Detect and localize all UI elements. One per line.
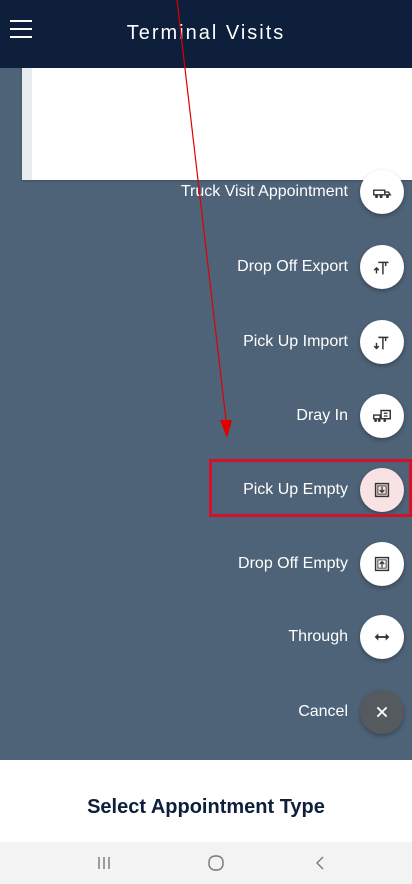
container-truck-icon[interactable]: [360, 394, 404, 438]
page-title: Terminal Visits: [126, 22, 286, 44]
fab-label: Through: [288, 628, 348, 645]
double-arrow-icon[interactable]: [360, 615, 404, 659]
close-icon[interactable]: [360, 690, 404, 734]
crane-drop-icon[interactable]: [360, 245, 404, 289]
fab-label: Pick Up Import: [243, 333, 348, 350]
system-nav-bar: [0, 842, 412, 884]
fab-item-cancel[interactable]: Cancel: [298, 690, 404, 734]
bottom-sheet: Select Appointment Type: [0, 760, 412, 842]
fab-item-through[interactable]: Through: [288, 615, 404, 659]
fab-item-drop-off-export[interactable]: Drop Off Export: [237, 245, 404, 289]
fab-item-drop-off-empty[interactable]: Drop Off Empty: [238, 542, 404, 586]
fab-label: Cancel: [298, 703, 348, 720]
recent-apps-icon[interactable]: [84, 852, 124, 874]
home-icon[interactable]: [196, 852, 236, 874]
back-icon[interactable]: [300, 852, 340, 874]
fab-label: Drop Off Export: [237, 258, 348, 275]
fab-item-truck-visit-appointment[interactable]: Truck Visit Appointment: [181, 170, 404, 214]
truck-icon[interactable]: [360, 170, 404, 214]
fab-item-pick-up-import[interactable]: Pick Up Import: [243, 320, 404, 364]
content-card: [22, 68, 412, 180]
select-appointment-type-title: Select Appointment Type: [87, 796, 325, 818]
top-app-bar: Terminal Visits: [0, 0, 412, 68]
highlight-box: [209, 459, 412, 517]
fab-label: Drop Off Empty: [238, 555, 348, 572]
container-up-icon[interactable]: [360, 542, 404, 586]
fab-label: Truck Visit Appointment: [180, 183, 348, 200]
crane-pick-icon[interactable]: [360, 320, 404, 364]
fab-item-dray-in[interactable]: Dray In: [296, 394, 404, 438]
fab-label: Dray In: [296, 407, 348, 424]
